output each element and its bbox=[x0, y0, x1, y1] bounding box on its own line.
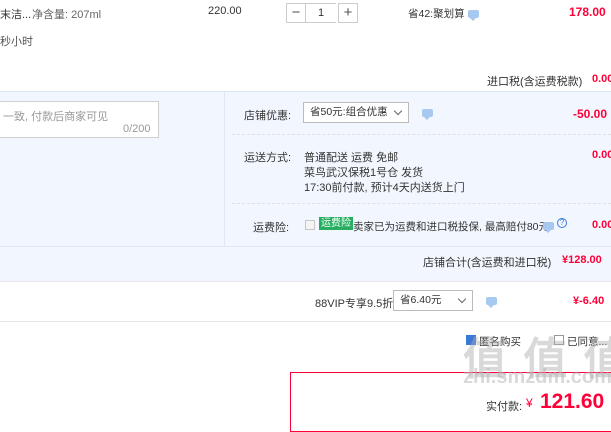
quantity-input[interactable]: 1 bbox=[306, 3, 336, 23]
import-tax-value: 0.00 bbox=[592, 73, 611, 85]
help-icon[interactable]: ? bbox=[557, 218, 567, 228]
shipping-label: 运送方式: bbox=[244, 152, 292, 164]
insurance-text: 卖家已为运费和进口税投保, 最高赔付80元 bbox=[353, 221, 550, 233]
shipping-line2: 菜鸟武汉保税1号仓 发货 bbox=[304, 167, 424, 179]
insurance-label: 运费险: bbox=[253, 222, 290, 234]
chat-icon[interactable] bbox=[543, 222, 554, 233]
item-price: 220.00 bbox=[208, 5, 242, 17]
shipping-line1: 普通配送 运费 免邮 bbox=[304, 152, 399, 164]
pay-currency: ¥ bbox=[526, 396, 533, 410]
panel-divider bbox=[224, 91, 225, 246]
divider bbox=[232, 203, 611, 204]
shop-discount-selected: 省50元:组合优惠 bbox=[310, 106, 388, 118]
item-subtotal: 178.00 bbox=[569, 5, 606, 19]
pay-value: 121.60 bbox=[540, 390, 605, 413]
shop-discount-value: -50.00 bbox=[573, 107, 608, 121]
chat-icon[interactable] bbox=[486, 297, 497, 308]
insurance-badge: 运费险 bbox=[319, 217, 353, 230]
insurance-checkbox bbox=[305, 220, 315, 230]
divider bbox=[0, 246, 611, 247]
vip-label: 88VIP专享9.5折 bbox=[315, 298, 394, 310]
shipping-value: 0.00 bbox=[592, 149, 611, 161]
import-tax-label: 进口税(含运费税款) bbox=[487, 76, 583, 88]
quantity-plus-button[interactable]: + bbox=[338, 3, 358, 23]
item-title[interactable]: 末洁... bbox=[0, 6, 31, 22]
vip-value: ¥-6.40 bbox=[573, 295, 605, 307]
panel-top-border bbox=[0, 91, 611, 92]
divider bbox=[0, 281, 611, 282]
watermark-site: zhi.smzdm.com bbox=[463, 366, 611, 388]
item-saving: 省42:聚划算 bbox=[408, 8, 465, 20]
message-textarea[interactable]: 一致, 付款后商家可见 0/200 bbox=[0, 101, 159, 138]
shop-total-value: ¥128.00 bbox=[562, 254, 602, 266]
quantity-minus-button[interactable]: − bbox=[286, 3, 306, 23]
message-counter: 0/200 bbox=[123, 123, 151, 135]
shop-discount-select[interactable]: 省50元:组合优惠 bbox=[303, 102, 409, 123]
shop-total-label: 店铺合计(含运费和进口税) bbox=[423, 257, 552, 269]
chevron-down-icon bbox=[457, 294, 467, 304]
shop-discount-label: 店铺优惠: bbox=[244, 110, 292, 122]
shipping-line3: 17:30前付款, 预计4天内送货上门 bbox=[304, 182, 465, 194]
message-placeholder: 一致, 付款后商家可见 bbox=[3, 111, 109, 123]
divider bbox=[232, 134, 611, 135]
chevron-down-icon bbox=[393, 106, 403, 116]
chat-icon[interactable] bbox=[468, 10, 479, 21]
delivery-note: 秒小时 bbox=[0, 36, 33, 48]
divider bbox=[0, 321, 611, 322]
insurance-value: 0.00 bbox=[592, 219, 611, 231]
vip-selected: 省6.40元 bbox=[400, 294, 442, 306]
item-spec: 净含量: 207ml bbox=[32, 9, 102, 21]
vip-discount-select[interactable]: 省6.40元 bbox=[393, 290, 473, 311]
chat-icon[interactable] bbox=[422, 109, 433, 120]
pay-label: 实付款: bbox=[486, 401, 523, 413]
